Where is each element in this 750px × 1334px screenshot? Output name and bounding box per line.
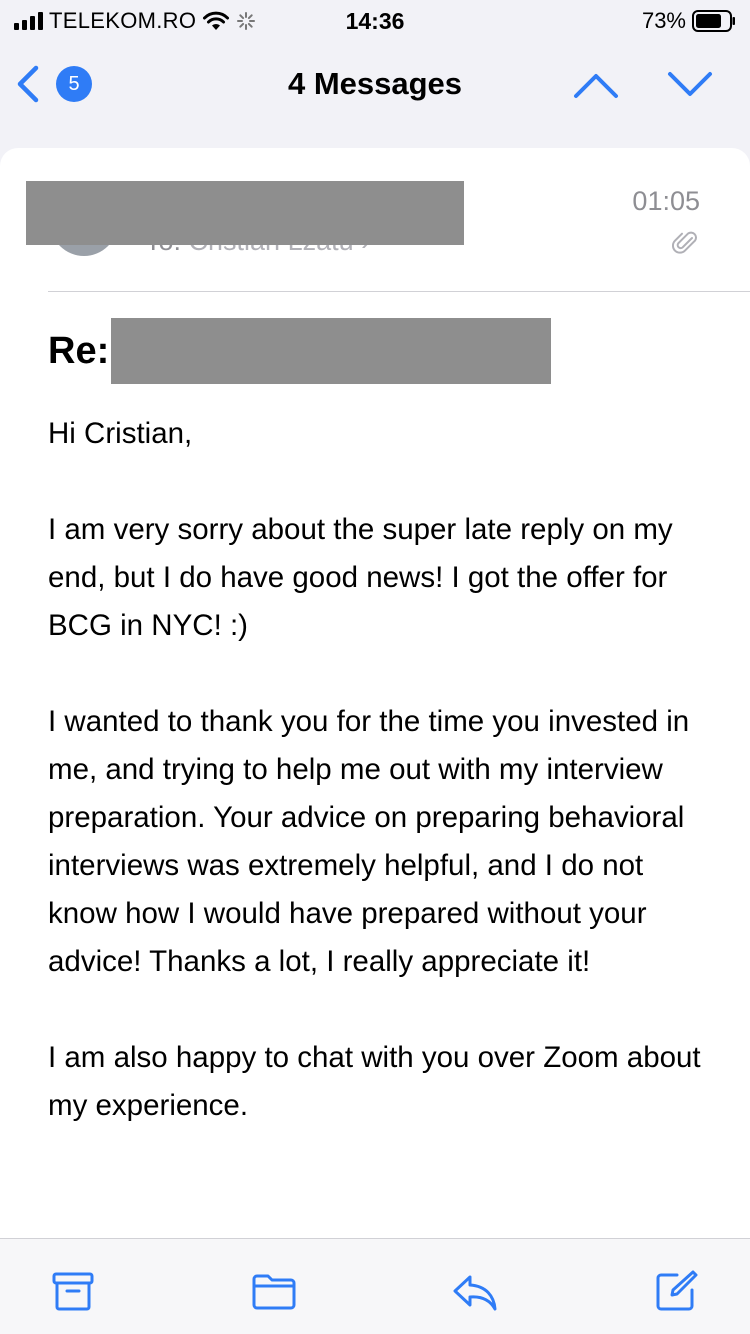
- message-body: Hi Cristian, I am very sorry about the s…: [48, 410, 708, 1178]
- next-message-chevron-down-icon[interactable]: [660, 62, 720, 106]
- mail-screen: TELEKOM.RO 14:36 73% 5 4 Messages 01:05 …: [0, 0, 750, 1334]
- compose-button[interactable]: [653, 1269, 699, 1313]
- archive-button[interactable]: [50, 1269, 96, 1313]
- previous-message-chevron-up-icon[interactable]: [566, 62, 626, 106]
- message-card: To: Cristian Lzatu › 01:05 Re: Hi Cristi…: [0, 148, 750, 1238]
- thread-title: 4 Messages: [287, 66, 463, 101]
- body-paragraph: I am very sorry about the super late rep…: [48, 513, 673, 642]
- battery-icon: [692, 10, 735, 32]
- message-time: 01:05: [632, 186, 700, 216]
- bottom-toolbar: [0, 1238, 750, 1334]
- body-paragraph: I am also happy to chat with you over Zo…: [48, 1041, 701, 1122]
- body-paragraph: I wanted to thank you for the time you i…: [48, 705, 690, 978]
- battery-percent: 73%: [641, 8, 686, 33]
- redacted-sender: [26, 181, 464, 245]
- compose-icon: [656, 1270, 698, 1311]
- status-bar: TELEKOM.RO 14:36 73%: [0, 0, 750, 40]
- header-divider: [48, 291, 750, 292]
- status-time: 14:36: [345, 8, 405, 34]
- move-to-folder-button[interactable]: [251, 1269, 297, 1313]
- subject-prefix: Re:: [48, 329, 110, 372]
- redacted-subject: [111, 318, 552, 384]
- navigation-bar: 5 4 Messages: [0, 40, 750, 130]
- reply-icon: [453, 1275, 497, 1311]
- paperclip-icon: [672, 231, 697, 254]
- message-subject: Re:: [48, 318, 552, 384]
- archive-icon: [52, 1272, 94, 1311]
- folder-icon: [252, 1274, 296, 1310]
- status-right: 73%: [642, 8, 736, 34]
- reply-button[interactable]: [452, 1269, 498, 1313]
- body-paragraph: Hi Cristian,: [48, 417, 193, 450]
